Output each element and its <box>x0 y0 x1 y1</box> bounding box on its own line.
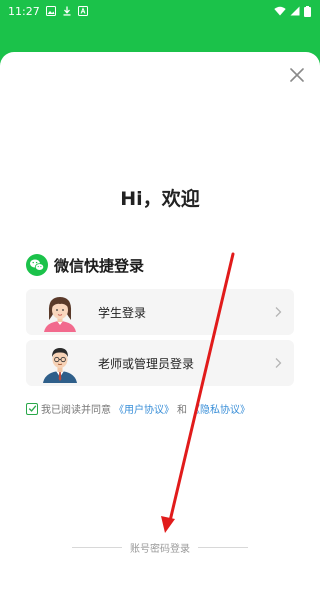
agreement-checkbox[interactable] <box>26 402 38 415</box>
divider <box>198 547 248 548</box>
status-time: 11:27 <box>8 4 40 18</box>
divider <box>72 547 122 548</box>
wechat-login-header: 微信快捷登录 <box>26 254 144 276</box>
check-icon <box>28 405 36 412</box>
chevron-right-icon <box>275 307 282 317</box>
wifi-icon <box>274 6 286 16</box>
student-login-button[interactable]: 学生登录 <box>26 289 294 335</box>
app-icon <box>77 6 88 16</box>
teacher-admin-login-label: 老师或管理员登录 <box>98 356 195 371</box>
privacy-agreement-link[interactable]: 《隐私协议》 <box>190 401 250 416</box>
teacher-avatar-icon <box>43 348 77 383</box>
signal-icon <box>290 6 300 16</box>
student-avatar-icon <box>44 297 76 332</box>
status-left: 11:27 <box>8 5 88 18</box>
agreement-row: 我已阅读并同意 《用户协议》 和 《隐私协议》 <box>26 401 250 416</box>
close-button[interactable] <box>286 64 308 86</box>
greeting-title: Hi，欢迎 <box>120 188 200 210</box>
status-right <box>274 5 311 17</box>
download-icon <box>63 6 71 16</box>
close-icon <box>290 68 304 82</box>
teacher-admin-login-button[interactable]: 老师或管理员登录 <box>26 340 294 386</box>
status-bar: 11:27 <box>0 0 320 22</box>
password-login-link[interactable]: 账号密码登录 <box>122 540 198 555</box>
image-icon <box>45 6 56 16</box>
wechat-icon <box>26 254 48 276</box>
student-login-label: 学生登录 <box>98 305 147 320</box>
login-sheet: Hi，欢迎 微信快捷登录 学生登录 老师或管理员登录 我已阅读并同意 《用户协议… <box>0 52 320 600</box>
battery-icon <box>304 5 311 17</box>
status-left-icons <box>45 6 88 16</box>
agreement-prefix: 我已阅读并同意 <box>41 405 111 416</box>
user-agreement-link[interactable]: 《用户协议》 <box>114 401 174 416</box>
password-login-section: 账号密码登录 <box>72 540 248 555</box>
chevron-right-icon <box>275 358 282 368</box>
wechat-login-title: 微信快捷登录 <box>54 256 145 275</box>
agreement-and: 和 <box>177 405 187 416</box>
